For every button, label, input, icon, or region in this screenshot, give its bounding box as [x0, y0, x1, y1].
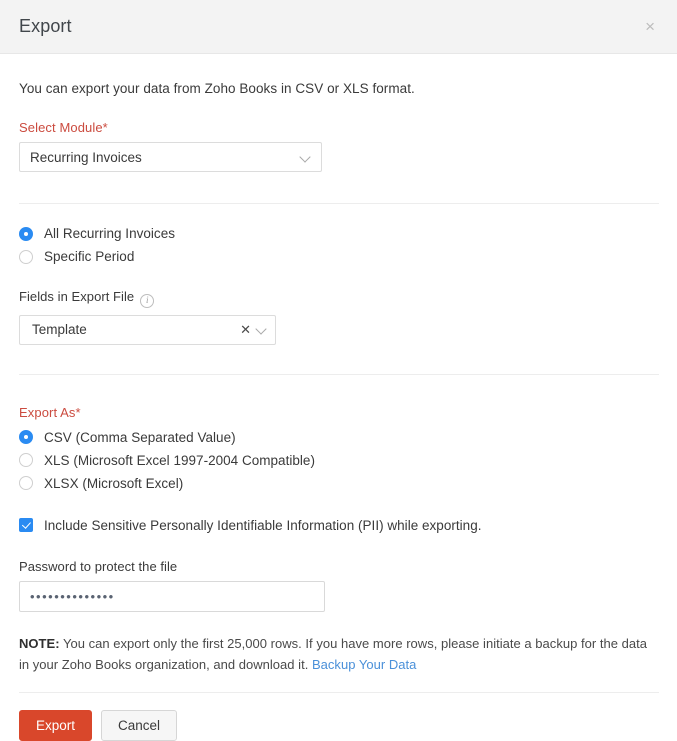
radio-icon[interactable] [19, 250, 33, 264]
close-icon[interactable]: ✕ [240, 323, 251, 336]
fields-in-export-value: Template [32, 322, 240, 337]
select-module-dropdown[interactable]: Recurring Invoices [19, 142, 322, 172]
chevron-down-icon [300, 152, 311, 163]
backup-your-data-link[interactable]: Backup Your Data [312, 657, 416, 672]
radio-icon[interactable] [19, 476, 33, 490]
export-as-option-xls-label: XLS (Microsoft Excel 1997-2004 Compatibl… [44, 453, 315, 468]
export-dialog: Export × You can export your data from Z… [0, 0, 677, 736]
note-text: NOTE: You can export only the first 25,0… [19, 633, 659, 675]
note-prefix: NOTE: [19, 636, 60, 651]
select-module-value: Recurring Invoices [30, 150, 300, 165]
radio-icon[interactable] [19, 453, 33, 467]
scope-option-all[interactable]: All Recurring Invoices [19, 226, 659, 241]
intro-text: You can export your data from Zoho Books… [19, 54, 659, 96]
page-title: Export [19, 16, 72, 37]
include-pii-checkbox-row[interactable]: Include Sensitive Personally Identifiabl… [19, 518, 659, 533]
fields-in-export-label-row: Fields in Export File i [19, 288, 659, 308]
export-as-option-csv[interactable]: CSV (Comma Separated Value) [19, 430, 659, 445]
info-icon[interactable]: i [140, 294, 154, 308]
close-icon[interactable]: × [641, 16, 659, 37]
scope-option-all-label: All Recurring Invoices [44, 226, 175, 241]
export-as-label: Export As* [19, 405, 659, 420]
dialog-header: Export × [0, 0, 677, 54]
export-as-option-xlsx[interactable]: XLSX (Microsoft Excel) [19, 476, 659, 491]
radio-icon-selected[interactable] [19, 227, 33, 241]
dialog-body: You can export your data from Zoho Books… [0, 54, 677, 693]
fields-in-export-select[interactable]: Template ✕ [19, 315, 276, 345]
fields-in-export-label: Fields in Export File [19, 289, 134, 304]
select-module-label: Select Module* [19, 120, 659, 135]
password-input[interactable] [19, 581, 325, 612]
scope-option-specific-period[interactable]: Specific Period [19, 249, 659, 264]
export-as-option-xls[interactable]: XLS (Microsoft Excel 1997-2004 Compatibl… [19, 453, 659, 468]
export-as-option-xlsx-label: XLSX (Microsoft Excel) [44, 476, 183, 491]
export-as-option-csv-label: CSV (Comma Separated Value) [44, 430, 236, 445]
password-label: Password to protect the file [19, 559, 659, 574]
scope-option-specific-period-label: Specific Period [44, 249, 134, 264]
checkbox-icon-checked[interactable] [19, 518, 33, 532]
dialog-footer: Export Cancel [0, 693, 677, 741]
chevron-down-icon [256, 324, 267, 335]
radio-icon-selected[interactable] [19, 430, 33, 444]
include-pii-label: Include Sensitive Personally Identifiabl… [44, 518, 482, 533]
